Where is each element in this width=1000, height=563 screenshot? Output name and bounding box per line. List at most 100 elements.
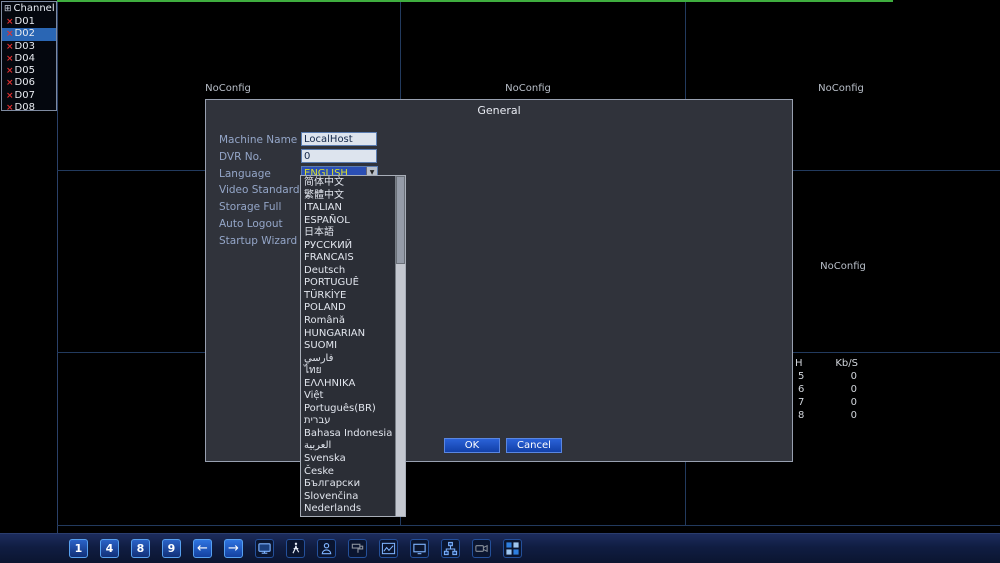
machine-name-input[interactable] [301,132,377,146]
language-option[interactable]: 简体中文 [301,177,395,190]
language-option[interactable]: Bahasa Indonesia [301,428,395,441]
grid-line [57,0,58,533]
bitrate-row: 5 0 [793,370,865,383]
language-dropdown-list: 简体中文 繁體中文 ITALIAN ESPAÑOL 日本語 РУССКИЙ FR… [300,175,406,517]
output-adjust-button[interactable] [410,539,429,558]
field-label: Machine Name [219,134,298,146]
language-option[interactable]: Svenska [301,453,395,466]
field-label: Video Standard [219,184,300,196]
bitrate-channel: 8 [798,410,805,421]
language-option[interactable]: ไทย [301,365,395,378]
bitrate-table-header: H Kb/S [793,357,865,370]
offline-x-icon: × [6,66,14,77]
language-option[interactable]: SUOMI [301,340,395,353]
scrollbar-thumb[interactable] [396,176,405,264]
channel-item-label: D07 [14,89,35,101]
channel-item-label: D04 [14,52,35,64]
channel-item[interactable]: × D05 [2,65,56,77]
language-option[interactable]: POLAND [301,302,395,315]
ptz-walk-button[interactable] [286,539,305,558]
field-label: Storage Full [219,201,282,213]
language-option[interactable]: РУССКИЙ [301,240,395,253]
bitrate-channel: 7 [798,397,805,408]
channel-item[interactable]: × D02 [2,28,56,41]
bitrate-col-kbps: Kb/S [835,358,858,369]
noconfig-label: NoConfig [205,83,251,94]
playback-monitor-button[interactable] [255,539,274,558]
language-option[interactable]: ITALIAN [301,202,395,215]
language-option[interactable]: Česke [301,466,395,479]
language-option[interactable]: Việt [301,390,395,403]
network-button[interactable] [441,539,460,558]
channel-item[interactable]: × D04 [2,53,56,65]
channel-item-label: D03 [14,40,35,52]
channel-list: × D01 × D02 × D03 × D04 × D05 × D06 × D0… [2,16,56,114]
bitrate-channel: 6 [798,384,805,395]
language-option[interactable]: Български [301,478,395,491]
image-adjust-button[interactable] [379,539,398,558]
display-icon [412,541,427,556]
field-label: Language [219,168,271,180]
channel-panel: ⊞ Channel × D01 × D02 × D03 × D04 × D05 … [1,1,57,114]
ok-button[interactable]: OK [444,438,500,453]
view-eight-button[interactable]: 8 [131,539,150,558]
language-option[interactable]: 日本語 [301,227,395,240]
walking-person-icon [288,541,303,556]
offline-x-icon: × [6,78,14,89]
grid-icon: ⊞ [4,3,12,14]
view-nine-button[interactable]: 9 [162,539,181,558]
user-button[interactable] [317,539,336,558]
view-single-button[interactable]: 1 [69,539,88,558]
language-option[interactable]: العربية [301,440,395,453]
language-options: 简体中文 繁體中文 ITALIAN ESPAÑOL 日本語 РУССКИЙ FR… [301,176,395,516]
channel-item[interactable]: × D06 [2,77,56,89]
channel-item[interactable]: × D08 [2,102,56,114]
channel-item-label: D01 [14,16,35,27]
next-page-button[interactable]: → [224,539,243,558]
channel-item[interactable]: × D07 [2,90,56,102]
grid-line [57,525,1000,526]
bitrate-row: 8 0 [793,409,865,422]
taskbar-buttons: 1 4 8 9 ← → [69,539,522,558]
channel-item-label: D08 [14,102,35,114]
language-option[interactable]: ΕΛΛΗΝΙΚΑ [301,378,395,391]
language-option[interactable]: FRANCAIS [301,252,395,265]
channel-item[interactable]: × D01 [2,16,56,28]
channel-item-label: D06 [14,77,35,89]
language-option[interactable]: ESPAÑOL [301,215,395,228]
camera-button[interactable] [472,539,491,558]
cancel-button[interactable]: Cancel [506,438,562,453]
language-option[interactable]: Română [301,315,395,328]
prev-page-button[interactable]: ← [193,539,212,558]
dvr-no-input[interactable] [301,149,377,163]
language-option[interactable]: 繁體中文 [301,190,395,203]
field-label: DVR No. [219,151,263,163]
monitor-icon [257,541,272,556]
language-option[interactable]: Slovenčina [301,491,395,504]
bitrate-row: 6 0 [793,383,865,396]
channel-item[interactable]: × D03 [2,41,56,53]
color-config-button[interactable] [348,539,367,558]
bitrate-value: 0 [850,397,857,408]
language-option[interactable]: Português(BR) [301,403,395,416]
channel-panel-header: ⊞ Channel [2,2,56,16]
field-label: Startup Wizard [219,235,298,247]
multi-view-button[interactable] [503,539,522,558]
field-machine-name: Machine Name [219,132,779,149]
language-option[interactable]: PORTUGUÊ [301,277,395,290]
language-option[interactable]: עברית [301,415,395,428]
language-option[interactable]: TÜRKİYE [301,290,395,303]
language-option[interactable]: Nederlands [301,503,395,516]
paint-roller-icon [350,541,365,556]
scrollbar[interactable] [395,176,405,516]
dialog-title: General [477,104,521,117]
noconfig-label: NoConfig [820,261,866,272]
language-option[interactable]: Deutsch [301,265,395,278]
offline-x-icon: × [6,41,14,52]
field-label: Auto Logout [219,218,283,230]
language-option[interactable]: HUNGARIAN [301,328,395,341]
language-option[interactable]: فارسي [301,353,395,366]
bitrate-channel: 5 [798,371,805,382]
view-quad-button[interactable]: 4 [100,539,119,558]
channel-panel-title: Channel [13,3,55,14]
